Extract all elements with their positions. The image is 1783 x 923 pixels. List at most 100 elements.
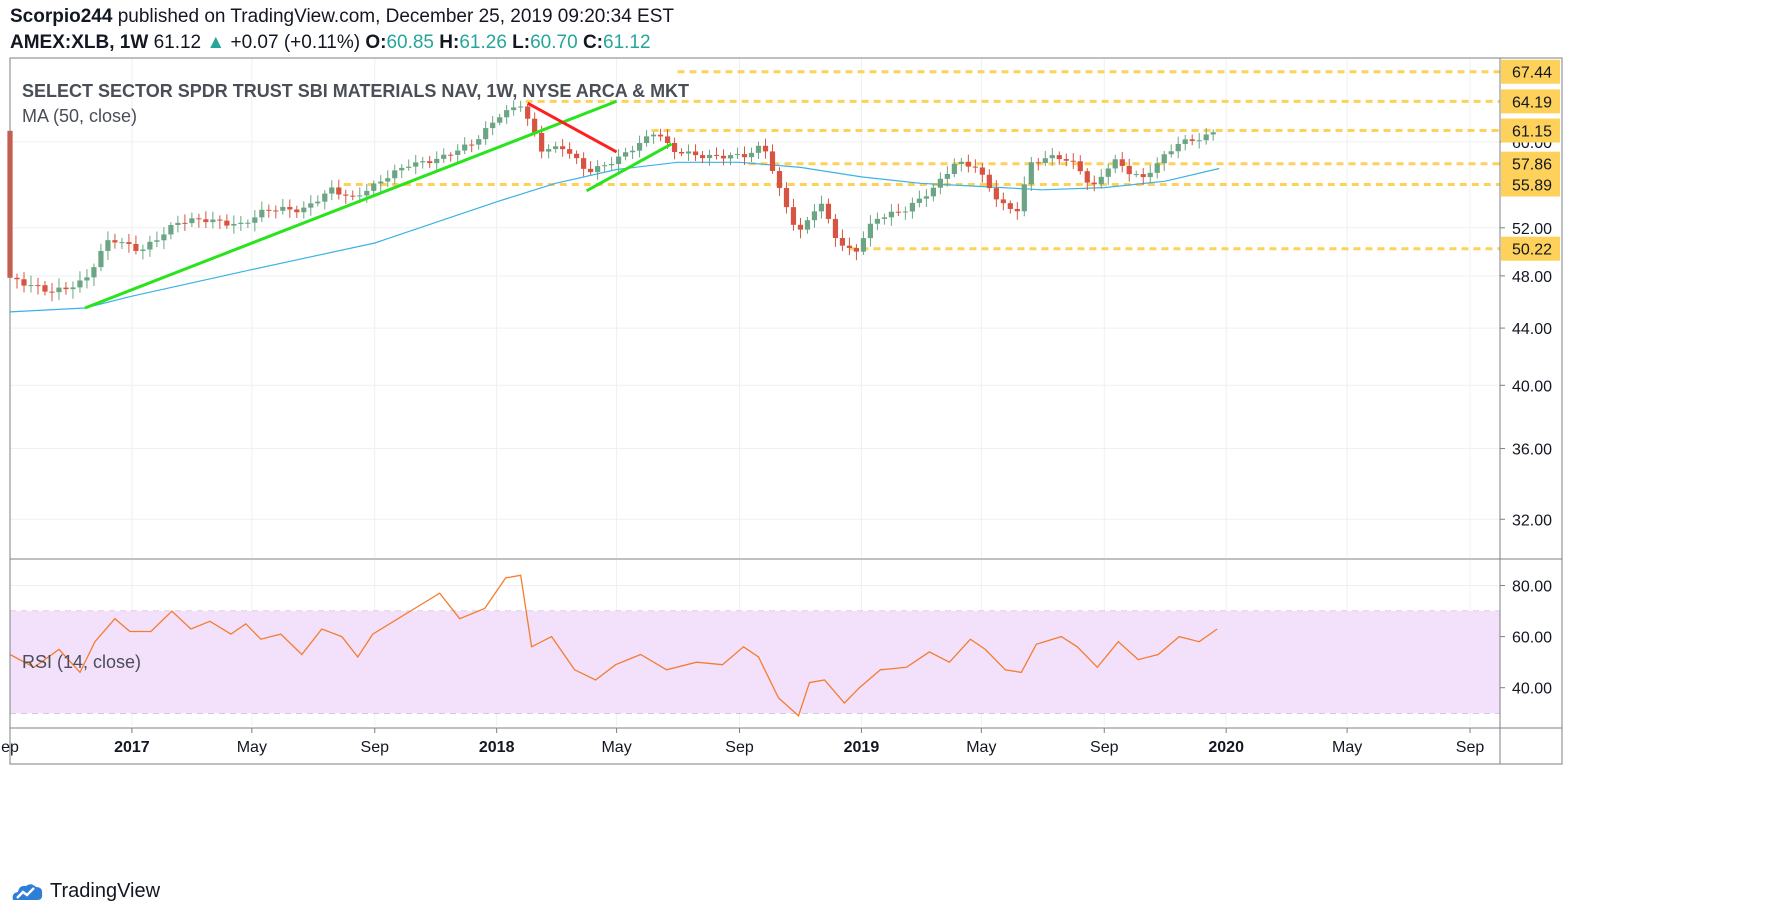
- price-tick-label: 36.00: [1512, 442, 1552, 459]
- candle-up: [748, 152, 755, 158]
- candle-up: [685, 151, 692, 154]
- candle-down: [741, 154, 748, 158]
- candle-down: [986, 174, 992, 189]
- time-tick-label: Sep: [361, 739, 390, 756]
- candle-up: [371, 183, 377, 191]
- candle-down: [1119, 159, 1125, 166]
- candle-down: [525, 106, 531, 119]
- candle-down: [112, 240, 118, 243]
- candle-down: [825, 203, 832, 219]
- rsi-indicator-label[interactable]: RSI (14, close): [22, 652, 141, 672]
- candle-up: [168, 225, 174, 235]
- candle-up: [874, 218, 881, 224]
- price-axis[interactable]: 32.00 36.00 40.00 44.00 48.00 52.00 60.00 40.00…: [1500, 59, 1560, 698]
- candle-up: [958, 161, 964, 164]
- candle-down: [1007, 203, 1013, 209]
- candle-up: [147, 241, 153, 250]
- candle-up: [56, 287, 62, 293]
- candle-down: [539, 132, 545, 152]
- candle-down: [14, 277, 20, 280]
- candle-up: [322, 193, 328, 202]
- candle-up: [392, 170, 398, 179]
- time-tick-label: May: [237, 739, 267, 756]
- candle-up: [1182, 139, 1188, 144]
- candle-up: [301, 207, 307, 213]
- candle-down: [671, 142, 678, 152]
- candle-up: [804, 220, 811, 230]
- candle-up: [483, 128, 489, 140]
- price-tick-label: 44.00: [1512, 321, 1552, 338]
- candle-up: [476, 139, 482, 145]
- candle-up: [455, 150, 461, 155]
- candle-up: [909, 202, 915, 212]
- candle-down: [588, 168, 594, 173]
- candle-up: [595, 166, 601, 173]
- candle-up: [951, 163, 957, 175]
- price-tick-label: 40.00: [1512, 378, 1552, 395]
- candle-down: [979, 167, 985, 175]
- candle-down: [203, 219, 209, 223]
- candle-down: [273, 210, 279, 212]
- price-level-tag-label: 64.19: [1512, 94, 1552, 111]
- candle-down: [1126, 165, 1132, 175]
- candle-down: [692, 151, 699, 156]
- candle-down: [133, 243, 139, 251]
- candle-up: [175, 222, 181, 226]
- candle-up: [364, 190, 370, 196]
- candle-down: [343, 194, 349, 196]
- candle-up: [119, 242, 125, 244]
- candle-down: [1140, 174, 1146, 178]
- candle-up: [308, 203, 314, 208]
- brand-name[interactable]: TradingView: [50, 880, 160, 903]
- price-tick-label: 48.00: [1512, 269, 1552, 286]
- rsi-tick-label: 40.00: [1512, 681, 1552, 698]
- candle-up: [315, 201, 321, 204]
- candle-up: [1154, 163, 1160, 173]
- candle-up: [399, 167, 405, 171]
- candle-up: [413, 162, 419, 167]
- candle-up: [420, 161, 426, 163]
- candle-up: [105, 240, 111, 251]
- candle-up: [434, 158, 440, 164]
- candle-up: [923, 196, 929, 199]
- candle-down: [720, 155, 727, 159]
- rsi-tick-label: 80.00: [1512, 579, 1552, 596]
- candle-down: [126, 242, 132, 244]
- candle-down: [35, 285, 41, 287]
- candle-up: [1112, 159, 1118, 169]
- candle-up: [881, 217, 888, 219]
- time-tick-label: Sep: [1090, 739, 1119, 756]
- candle-down: [1189, 139, 1195, 141]
- candle-up: [546, 149, 552, 152]
- candle-up: [937, 178, 943, 188]
- time-tick-label: ep: [1, 739, 19, 756]
- candles: [7, 100, 1216, 302]
- candle-up: [518, 106, 524, 108]
- candle-down: [965, 161, 971, 167]
- trend-line-green: [84, 99, 618, 310]
- trend-lines[interactable]: [84, 99, 673, 310]
- candle-down: [993, 188, 999, 200]
- candle-down: [1070, 160, 1076, 162]
- candle-up: [385, 178, 391, 182]
- candle-up: [357, 195, 363, 197]
- candle-up: [231, 223, 237, 226]
- candle-down: [846, 245, 853, 249]
- candle-up: [210, 219, 216, 223]
- price-tick-label: 32.00: [1512, 512, 1552, 529]
- candle-up: [504, 110, 510, 118]
- time-tick-label: May: [601, 739, 631, 756]
- candle-up: [1021, 184, 1027, 212]
- candle-down: [469, 144, 475, 146]
- candle-up: [1210, 132, 1216, 135]
- candle-up: [189, 218, 195, 224]
- ma-indicator-label[interactable]: MA (50, close): [22, 106, 137, 126]
- chart-canvas[interactable]: 32.00 36.00 40.00 44.00 48.00 52.00 60.00 40.00…: [0, 0, 1783, 923]
- candle-up: [944, 174, 950, 179]
- candle-down: [427, 161, 433, 164]
- time-axis[interactable]: ep 2017 May Sep 2018 May Sep 2019 May Sep 2020 May S…: [1, 728, 1484, 756]
- candle-down: [42, 285, 48, 292]
- candle-up: [238, 222, 244, 224]
- candle-up: [91, 267, 97, 278]
- candle-up: [1175, 143, 1181, 152]
